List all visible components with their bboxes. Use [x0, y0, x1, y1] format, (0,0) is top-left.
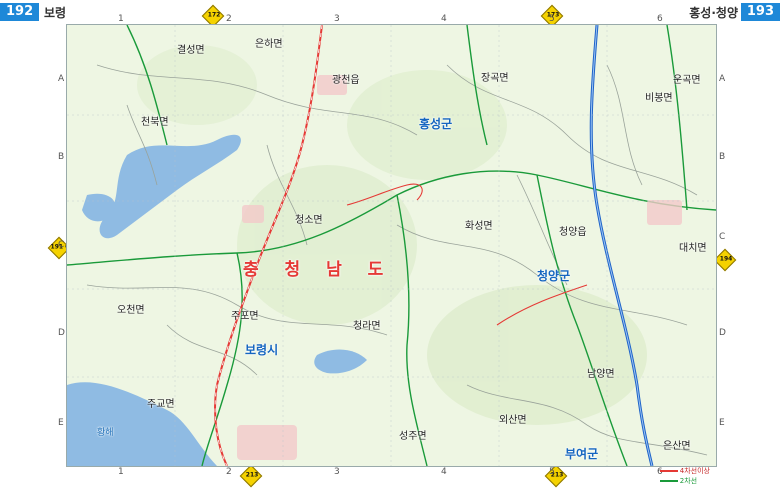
grid-left-C: C — [58, 240, 65, 250]
county-label-hongseong[interactable]: 홍성군 — [419, 115, 452, 132]
legend-4lane-swatch — [659, 470, 678, 472]
grid-right-C: C — [719, 232, 726, 242]
grid-left-A: A — [58, 74, 65, 84]
reservoir — [314, 349, 367, 374]
town-label[interactable]: 광천읍 — [332, 71, 360, 86]
county-label-boryeong[interactable]: 보령시 — [245, 341, 278, 358]
town-label[interactable]: 청소면 — [295, 211, 323, 226]
grid-left-E: E — [58, 418, 64, 428]
sea — [67, 382, 217, 466]
grid-bottom-3: 3 — [334, 467, 340, 477]
grid-bottom-5: 5 — [549, 467, 555, 477]
town-label[interactable]: 남양면 — [587, 365, 615, 380]
map-canvas[interactable]: 충 청 남 도 홍성군 청양군 보령시 부여군 결성면 은하면 광천읍 장곡면 … — [66, 24, 717, 467]
grid-left-D: D — [58, 328, 65, 338]
left-page-number[interactable]: 192 — [0, 3, 40, 21]
grid-top-2: 2 — [226, 14, 232, 24]
road-legend: 4차선이상 2차선 — [659, 466, 710, 486]
legend-4lane: 4차선이상 — [659, 466, 710, 476]
grid-right-E: E — [719, 418, 725, 428]
page-header: 192 보령 홍성·청양 193 — [0, 0, 780, 24]
grid-bottom-1: 1 — [118, 467, 124, 477]
county-label-buyeo[interactable]: 부여군 — [565, 445, 598, 462]
town-label[interactable]: 비봉면 — [645, 89, 673, 104]
town-label[interactable]: 청라면 — [353, 317, 381, 332]
bay — [99, 134, 241, 239]
town-label[interactable]: 은하면 — [255, 35, 283, 50]
grid-right-B: B — [719, 152, 726, 162]
county-label-cheongyang[interactable]: 청양군 — [537, 267, 570, 284]
grid-bottom-4: 4 — [441, 467, 447, 477]
grid-left-B: B — [58, 152, 65, 162]
route-shield-right-194[interactable]: 194 — [713, 248, 737, 272]
grid-top-5: 5 — [549, 14, 555, 24]
town-label[interactable]: 은산면 — [663, 437, 691, 452]
grid-top-3: 3 — [334, 14, 340, 24]
right-page-number[interactable]: 193 — [740, 3, 780, 21]
town-label[interactable]: 성주면 — [399, 427, 427, 442]
legend-2lane-label: 2차선 — [679, 477, 698, 485]
sea-label: 황해 — [97, 428, 114, 438]
legend-2lane-swatch — [659, 480, 678, 482]
town-label[interactable]: 장곡면 — [481, 69, 509, 84]
route-shield-bottom-213a[interactable]: 213 — [239, 464, 263, 488]
grid-right-D: D — [719, 328, 726, 338]
grid-right-A: A — [719, 74, 726, 84]
town-label[interactable]: 청양읍 — [559, 223, 587, 238]
grid-top-4: 4 — [441, 14, 447, 24]
right-page-title: 홍성·청양 — [689, 6, 738, 20]
town-label[interactable]: 대치면 — [679, 239, 707, 254]
town-label[interactable]: 화성면 — [465, 217, 493, 232]
legend-4lane-label: 4차선이상 — [679, 467, 710, 475]
grid-bottom-2: 2 — [226, 467, 232, 477]
town-label[interactable]: 외산면 — [499, 411, 527, 426]
town-label[interactable]: 운곡면 — [673, 71, 701, 86]
left-page-title: 보령 — [44, 6, 67, 20]
town-label[interactable]: 주교면 — [147, 395, 175, 410]
province-label: 충 청 남 도 — [243, 260, 394, 280]
grid-top-1: 1 — [118, 14, 124, 24]
town-label[interactable]: 오천면 — [117, 301, 145, 316]
town-label[interactable]: 결성면 — [177, 41, 205, 56]
town-label[interactable]: 주포면 — [231, 307, 259, 322]
grid-top-6: 6 — [657, 14, 663, 24]
town-label[interactable]: 천북면 — [141, 113, 169, 128]
